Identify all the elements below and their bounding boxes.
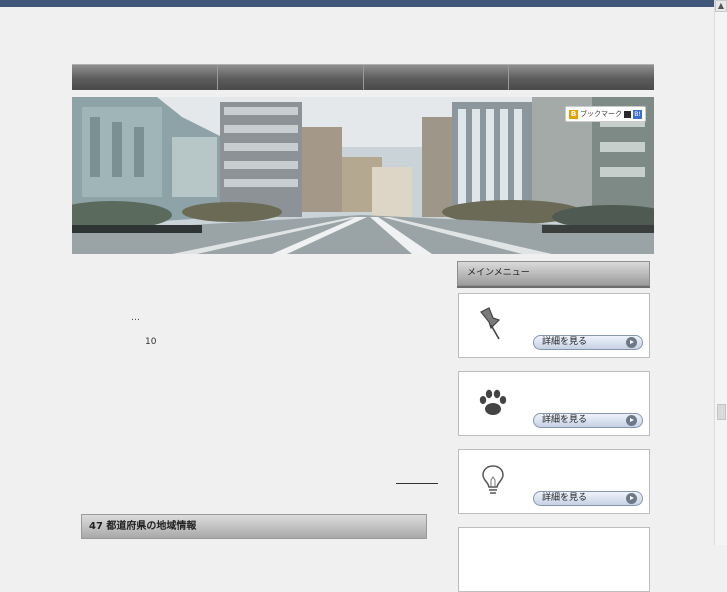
count-text: 10 [145, 337, 157, 347]
menu-card-1: 詳細を見る [458, 293, 650, 358]
nav-item-4[interactable] [509, 65, 654, 90]
prefectures-section-title: 47 都道府県の地域情報 [81, 514, 427, 539]
menu-card-4 [458, 527, 650, 592]
arrow-right-icon [626, 337, 637, 348]
lightbulb-icon [482, 465, 504, 494]
browser-top-bar [0, 0, 727, 7]
scroll-thumb[interactable] [717, 404, 726, 420]
arrow-right-icon [626, 493, 637, 504]
detail-button-1[interactable]: 詳細を見る [533, 335, 643, 350]
vertical-scrollbar[interactable]: ▲ [714, 0, 727, 545]
main-menu-title: メインメニュー [457, 261, 650, 286]
nav-item-3[interactable] [364, 65, 510, 90]
menu-card-3: 詳細を見る [458, 449, 650, 514]
detail-button-label: 詳細を見る [542, 415, 588, 425]
paw-icon [479, 389, 507, 415]
main-menu-divider [457, 286, 650, 288]
detail-button-2[interactable]: 詳細を見る [533, 413, 643, 428]
detail-button-label: 詳細を見る [542, 493, 588, 503]
arrow-right-icon [626, 415, 637, 426]
ellipsis-text: … [131, 313, 140, 323]
hatena-bookmark-icon[interactable]: B! [633, 109, 642, 119]
bookmark-b-icon: B [569, 109, 578, 119]
bookmark-label[interactable]: ブックマーク [580, 109, 622, 119]
scroll-up-arrow-icon[interactable]: ▲ [715, 0, 727, 12]
global-navigation [72, 64, 654, 90]
detail-button-3[interactable]: 詳細を見る [533, 491, 643, 506]
underline-link[interactable] [396, 483, 438, 484]
hero-banner: B ブックマーク B! [72, 97, 654, 254]
nav-item-2[interactable] [218, 65, 364, 90]
bookmark-square-icon[interactable] [624, 110, 631, 118]
detail-button-label: 詳細を見る [542, 337, 588, 347]
nav-item-1[interactable] [72, 65, 218, 90]
bookmark-bar[interactable]: B ブックマーク B! [565, 106, 646, 122]
menu-card-2: 詳細を見る [458, 371, 650, 436]
pushpin-icon [480, 307, 501, 340]
